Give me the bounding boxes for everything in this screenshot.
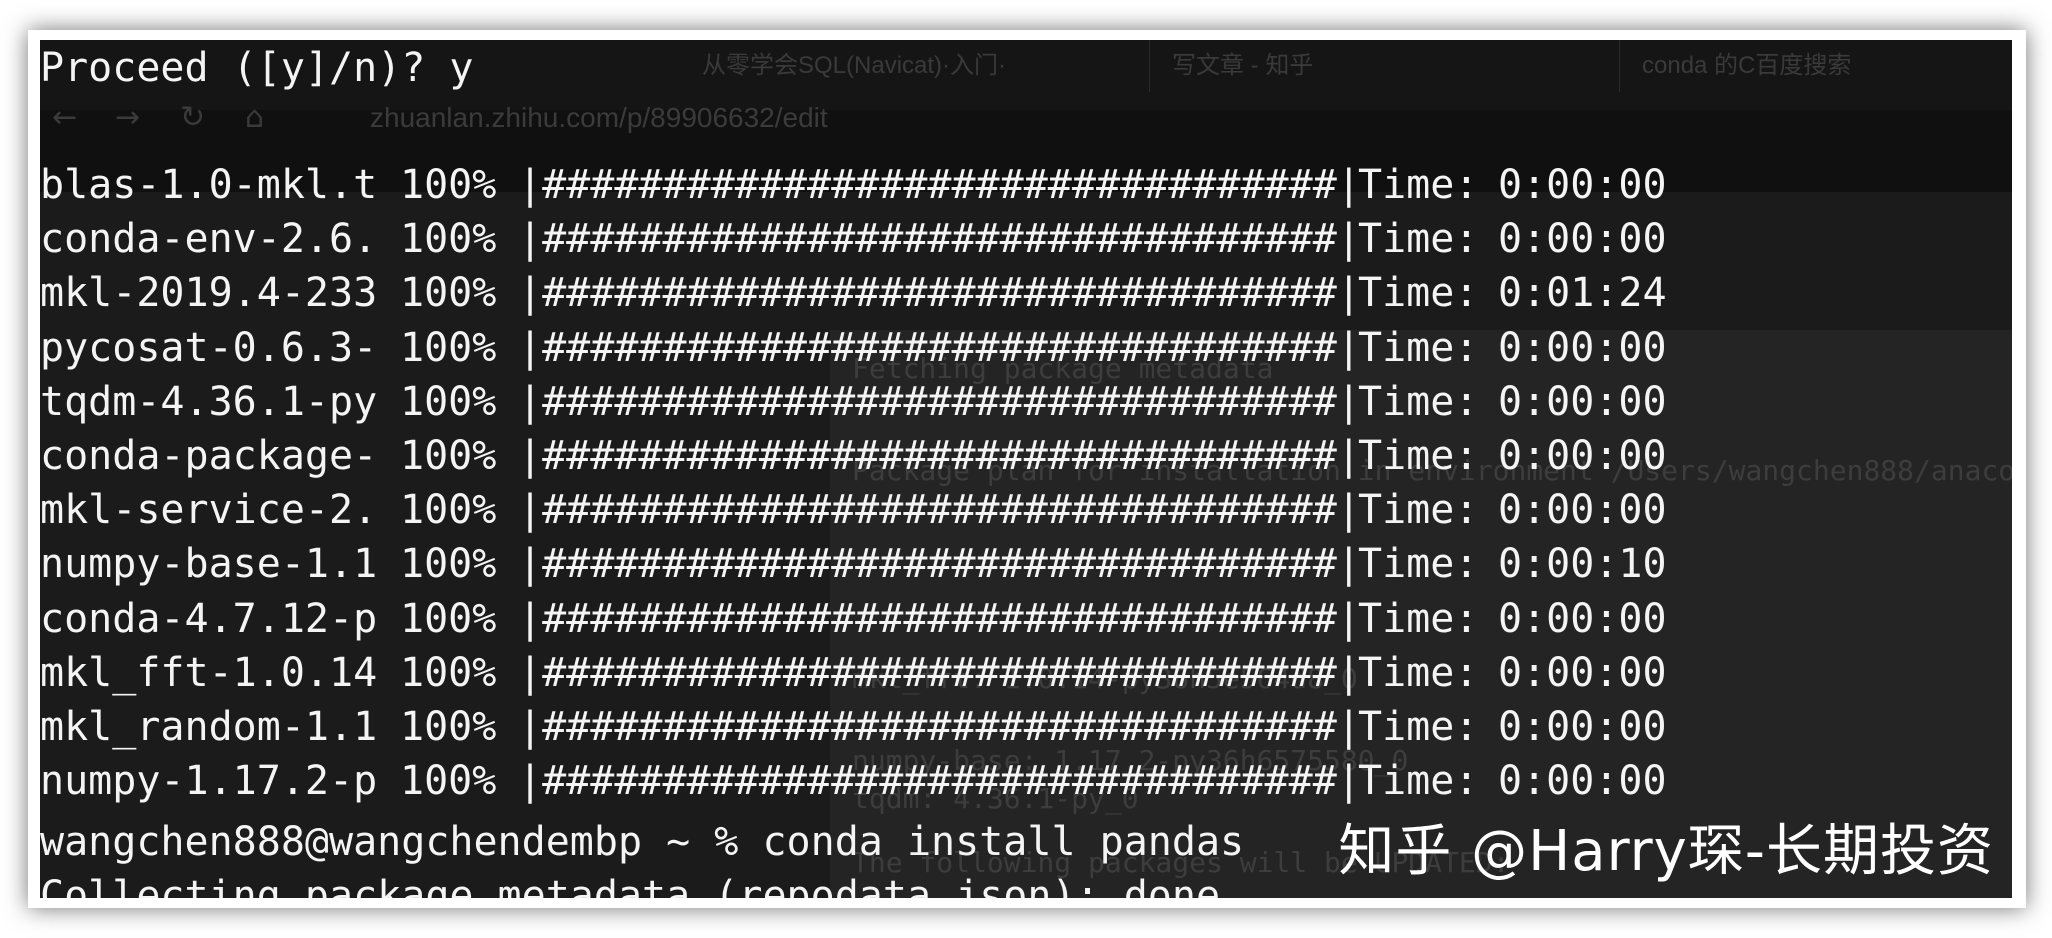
time-label: Time: — [1358, 270, 1479, 317]
time-label: Time: — [1358, 541, 1479, 588]
terminal-window[interactable]: 从零学会SQL(Navicat)·入门· 写文章 - 知乎 conda 的C百度… — [40, 40, 2012, 898]
time-label: Time: — [1358, 216, 1479, 263]
progress-bar: |#################################| — [518, 541, 1361, 588]
progress-bar: |#################################| — [518, 487, 1361, 534]
package-name: mkl-service-2. — [40, 487, 378, 534]
package-name: conda-env-2.6. — [40, 216, 378, 263]
percent: 100% — [400, 704, 497, 750]
package-name: numpy-1.17.2-p — [40, 758, 378, 805]
progress-bar: |#################################| — [518, 704, 1361, 750]
elapsed-time: 0:00:00 — [1498, 433, 1667, 479]
elapsed-time: 0:00:00 — [1498, 216, 1667, 263]
percent: 100% — [400, 433, 497, 479]
package-name: numpy-base-1.1 — [40, 541, 378, 588]
terminal-output: Proceed ([y]/n)? y blas-1.0-mkl.t 100% |##… — [40, 40, 2012, 898]
percent: 100% — [400, 758, 497, 805]
time-label: Time: — [1358, 324, 1479, 371]
progress-bar: |#################################| — [518, 595, 1361, 642]
elapsed-time: 0:00:00 — [1498, 595, 1667, 642]
package-name: mkl_random-1.1 — [40, 704, 378, 750]
percent: 100% — [400, 216, 497, 263]
percent: 100% — [400, 649, 497, 696]
percent: 100% — [400, 162, 497, 208]
package-name: mkl_fft-1.0.14 — [40, 649, 378, 696]
package-name: blas-1.0-mkl.t — [40, 162, 378, 208]
percent: 100% — [400, 595, 497, 642]
time-label: Time: — [1358, 162, 1479, 208]
package-name: conda-package- — [40, 433, 378, 479]
time-label: Time: — [1358, 595, 1479, 642]
status-line: Collecting package metadata (repodata.js… — [40, 873, 1221, 898]
progress-bar: |#################################| — [518, 758, 1361, 805]
progress-bar: |#################################| — [518, 649, 1361, 696]
time-label: Time: — [1358, 487, 1479, 534]
package-name: pycosat-0.6.3- — [40, 324, 378, 371]
elapsed-time: 0:00:00 — [1498, 324, 1667, 371]
time-label: Time: — [1358, 758, 1479, 805]
time-label: Time: — [1358, 704, 1479, 750]
proceed-prompt-line: Proceed ([y]/n)? y — [40, 45, 474, 91]
package-name: conda-4.7.12-p — [40, 595, 378, 642]
elapsed-time: 0:01:24 — [1498, 270, 1667, 317]
elapsed-time: 0:00:00 — [1498, 649, 1667, 696]
progress-bar: |#################################| — [518, 216, 1361, 263]
percent: 100% — [400, 270, 497, 317]
command-line: wangchen888@wangchendembp ~ % conda inst… — [40, 819, 1245, 865]
elapsed-time: 0:00:00 — [1498, 162, 1667, 208]
progress-bar: |#################################| — [518, 162, 1361, 208]
elapsed-time: 0:00:00 — [1498, 704, 1667, 750]
elapsed-time: 0:00:00 — [1498, 378, 1667, 425]
percent: 100% — [400, 324, 497, 371]
percent: 100% — [400, 487, 497, 534]
elapsed-time: 0:00:00 — [1498, 758, 1667, 805]
percent: 100% — [400, 378, 497, 425]
elapsed-time: 0:00:00 — [1498, 487, 1667, 534]
elapsed-time: 0:00:10 — [1498, 541, 1667, 588]
time-label: Time: — [1358, 433, 1479, 479]
package-name: tqdm-4.36.1-py — [40, 378, 378, 425]
progress-bar: |#################################| — [518, 324, 1361, 371]
percent: 100% — [400, 541, 497, 588]
zhihu-watermark: 知乎 @Harry琛-长期投资 — [1338, 819, 1994, 884]
progress-bar: |#################################| — [518, 270, 1361, 317]
time-label: Time: — [1358, 649, 1479, 696]
time-label: Time: — [1358, 378, 1479, 425]
progress-bar: |#################################| — [518, 433, 1361, 479]
progress-bar: |#################################| — [518, 378, 1361, 425]
package-name: mkl-2019.4-233 — [40, 270, 378, 317]
